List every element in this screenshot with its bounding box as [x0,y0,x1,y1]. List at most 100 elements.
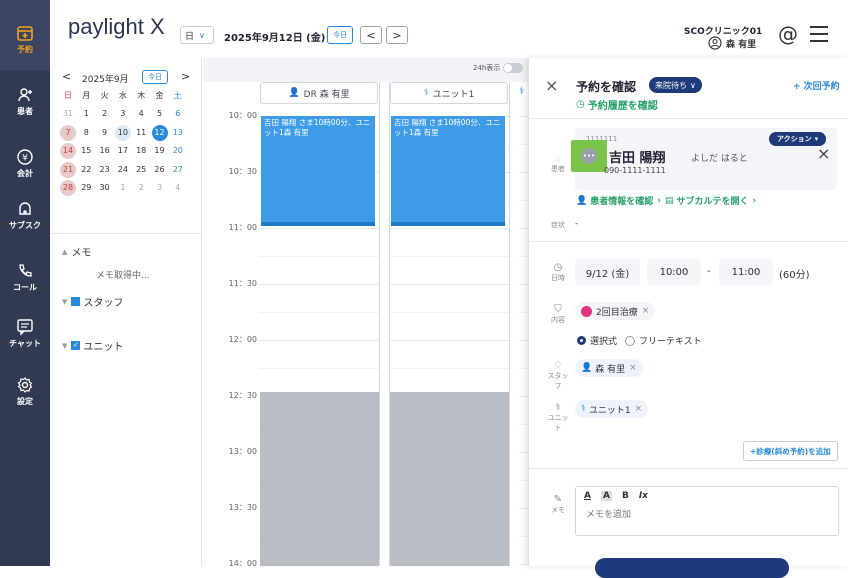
remove-patient-icon[interactable]: × [817,144,830,163]
add-treatment-button[interactable]: +診療(斜め予約)を追加 [743,441,838,461]
toggle-switch[interactable] [503,63,524,73]
rail-item-subscription[interactable]: サブスク [0,200,50,231]
calendar-day[interactable]: 29 [78,180,94,196]
appointment-block[interactable]: 吉田 陽翔 さま10時00分、ユニット1森 有里 [261,116,375,226]
remove-chip-icon[interactable]: × [629,363,637,373]
calendar-day[interactable]: 26 [152,162,168,178]
calendar-day[interactable]: 27 [170,162,186,178]
24h-toggle[interactable]: 24h表示 [473,63,524,73]
bold-button[interactable]: B [622,491,629,501]
calendar-day[interactable]: 1 [78,106,94,122]
remove-chip-icon[interactable]: × [642,306,650,316]
calendar-day[interactable]: 17 [115,143,131,159]
staff-section-header[interactable]: ▼ スタッフ [62,294,123,309]
hamburger-menu-icon[interactable] [810,26,828,42]
calendar-day[interactable]: 2 [133,180,149,196]
calendar-day[interactable]: 4 [170,180,186,196]
rail-label-reservation: 予約 [17,45,33,54]
unit-section-header[interactable]: ▼ ✓ ユニット [62,338,123,353]
calendar-day[interactable]: 22 [78,162,94,178]
rail-item-chat[interactable]: チャット [0,318,50,349]
start-time-field[interactable]: 10:00 [647,259,701,285]
memo-section-header[interactable]: ▲ メモ [62,244,92,260]
appointment-block[interactable]: 吉田 陽翔 さま10時00分、ユニット1森 有里 [391,116,505,226]
radio-unselected[interactable] [625,335,636,346]
staff-checkbox[interactable] [71,297,81,306]
radio-selected[interactable] [577,336,586,345]
user-circle-icon [708,36,722,50]
clock-icon: ◷ [576,99,585,110]
patient-kana: よしだ はると [691,154,748,164]
calendar-day[interactable]: 11 [133,125,149,141]
column-header-unit1[interactable]: ⚕ ユニット1 [390,82,508,104]
calendar-day[interactable]: 15 [78,143,94,159]
calendar-day[interactable]: 18 [133,143,149,159]
calendar-day[interactable]: 12 [151,124,168,141]
subchart-link[interactable]: サブカルテを開く [676,194,748,207]
at-mention-icon[interactable]: @ [778,22,798,46]
today-button[interactable]: 今日 [327,26,353,44]
calendar-day[interactable]: 31 [60,106,76,122]
font-color-button[interactable]: A [584,491,591,501]
calendar-day[interactable]: 9 [97,125,113,141]
calendar-day[interactable]: 5 [152,106,168,122]
unit-checkbox[interactable]: ✓ [71,341,81,350]
calendar-day[interactable]: 13 [170,125,186,141]
rail-item-patients[interactable]: 患者 [0,86,50,117]
unit-chip[interactable]: ⚕ ユニット1 × [575,400,649,418]
calendar-day[interactable]: 6 [170,106,186,122]
next-day-button[interactable]: > [386,26,408,44]
calendar-day[interactable]: 30 [97,180,113,196]
rail-item-settings[interactable]: 設定 [0,376,50,407]
calendar-day[interactable]: 1 [115,180,131,196]
weekday-label: 水 [118,91,127,100]
calendar-day[interactable]: 3 [115,106,131,122]
rail-item-reservation[interactable]: 予約 [0,24,50,55]
calendar-day[interactable]: 3 [152,180,168,196]
calendar-day[interactable]: 7 [60,124,76,141]
column-header-dr[interactable]: 👤 DR 森 有里 [260,82,378,104]
chat-bubble-icon[interactable]: ••• [581,148,597,164]
status-badge[interactable]: 来院待ち ∨ [649,77,702,93]
calendar-day[interactable]: 10 [114,124,131,141]
calendar-day[interactable]: 24 [115,162,131,178]
minical-today-button[interactable]: 今日 [142,70,168,84]
date-field[interactable]: 9/12 (金) [575,259,640,285]
view-select[interactable]: 日 ∨ [180,26,214,44]
time-label: 10：30 [228,167,257,176]
close-panel-button[interactable]: × [545,76,558,95]
calendar-day[interactable]: 2 [97,106,113,122]
staff-chip[interactable]: 👤 森 有里 × [575,359,643,377]
minical-next-button[interactable]: > [181,70,190,83]
calendar-day[interactable]: 21 [60,161,76,178]
end-time-field[interactable]: 11:00 [719,259,773,285]
clear-format-button[interactable]: Ix [639,491,648,501]
highlight-button[interactable]: A [600,491,612,501]
memo-section-label: メモ [71,248,92,259]
calendar-day[interactable]: 8 [78,125,94,141]
column-unit1: ⚕ ユニット1 [390,82,508,104]
24h-toggle-label: 24h表示 [473,64,501,72]
history-link[interactable]: ◷ 予約履歴を確認 [576,97,658,112]
next-booking-link[interactable]: + 次回予約 [793,79,840,92]
calendar-day[interactable]: 19 [152,143,168,159]
calendar-day[interactable]: 16 [97,143,113,159]
calendar-day[interactable]: 20 [170,143,186,159]
rail-item-call[interactable]: コール [0,262,50,293]
column-header-label: DR 森 有里 [303,89,350,100]
memo-editor[interactable]: A A B Ix メモを追加 [575,486,839,536]
patient-info-link[interactable]: 患者情報を確認 [590,194,653,207]
calendar-day[interactable]: 25 [133,162,149,178]
minical-prev-button[interactable]: < [62,70,71,83]
prev-day-button[interactable]: < [360,26,382,44]
memo-input[interactable]: メモを追加 [576,505,838,522]
calendar-day[interactable]: 14 [60,143,76,159]
calendar-day[interactable]: 23 [97,162,113,178]
calendar-day[interactable]: 4 [133,106,149,122]
calendar-day[interactable]: 28 [60,180,76,196]
rail-item-accounting[interactable]: ¥ 会計 [0,148,50,179]
current-user[interactable]: 森 有里 [708,36,756,50]
save-button[interactable] [595,558,789,578]
treatment-chip[interactable]: 2回目治療 × [575,302,656,320]
remove-chip-icon[interactable]: × [635,404,643,414]
